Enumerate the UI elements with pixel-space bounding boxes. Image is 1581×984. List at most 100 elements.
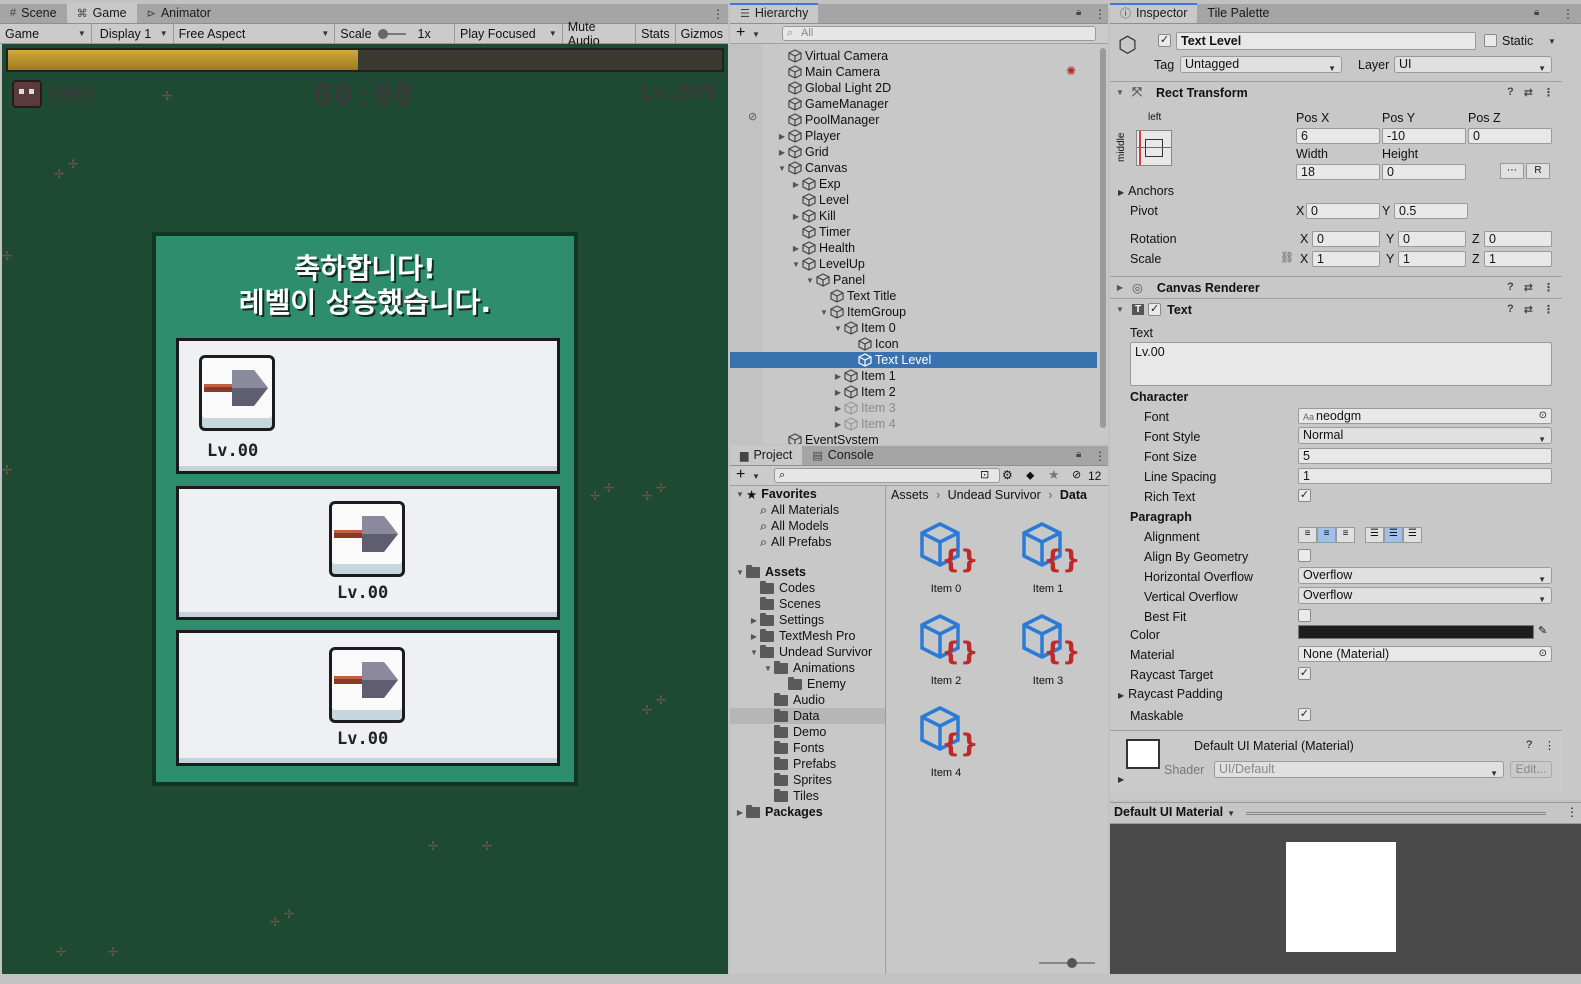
folder-item[interactable]: ▼ Undead Survivor: [730, 644, 885, 660]
lock-icon[interactable]: 🔒︎: [1534, 7, 1539, 18]
layer-dropdown[interactable]: UI ▼: [1394, 56, 1552, 73]
chevron-down-icon[interactable]: ▼: [1114, 305, 1126, 314]
hierarchy-item[interactable]: ▶ Item 1: [730, 368, 1097, 384]
tab-game[interactable]: ⌘ Game: [66, 3, 137, 23]
link-icon[interactable]: ⛓: [1280, 251, 1294, 264]
horizontal-overflow-dropdown[interactable]: Overflow ▼: [1298, 567, 1552, 584]
chevron-right-icon[interactable]: ▶: [832, 404, 844, 413]
project-folder-tree[interactable]: ▼ ★ Favorites ⌕ All Materials ⌕ All Models ⌕…: [730, 486, 886, 974]
text-enabled-checkbox[interactable]: ✓: [1148, 303, 1162, 316]
rotation-x-field[interactable]: 0: [1312, 231, 1380, 247]
lock-icon[interactable]: 🔒︎: [1076, 449, 1081, 460]
chevron-right-icon[interactable]: ▶: [790, 244, 802, 253]
folder-item[interactable]: Scenes: [730, 596, 885, 612]
mute-audio-button[interactable]: Mute Audio: [563, 20, 637, 48]
chevron-down-icon[interactable]: ▼: [790, 260, 802, 269]
canvas-renderer-header[interactable]: ▶ ◎ Canvas Renderer ? ⇄ ⋮: [1110, 276, 1562, 298]
help-icon[interactable]: ?: [1526, 739, 1532, 751]
hierarchy-item[interactable]: GameManager: [730, 96, 1097, 112]
hierarchy-item[interactable]: ▼ Item 0: [730, 320, 1097, 336]
hierarchy-item[interactable]: ▼ Panel: [730, 272, 1097, 288]
chevron-down-icon[interactable]: ▼: [818, 308, 830, 317]
slider-track[interactable]: [377, 28, 406, 39]
slider-handle[interactable]: [1067, 958, 1077, 968]
help-icon[interactable]: ?: [1507, 281, 1514, 294]
help-icon[interactable]: ?: [1507, 86, 1514, 99]
presets-icon[interactable]: ⇄: [1524, 86, 1533, 99]
chevron-right-icon[interactable]: ▶: [832, 372, 844, 381]
anchors-foldout[interactable]: ▶ Anchors: [1118, 184, 1174, 198]
folder-item[interactable]: Sprites: [730, 772, 885, 788]
tab-animator[interactable]: ⊳ Animator: [137, 3, 221, 23]
hierarchy-item[interactable]: ▶ Item 3: [730, 400, 1097, 416]
posy-field[interactable]: -10: [1382, 128, 1466, 144]
add-icon[interactable]: +: [736, 24, 745, 42]
item-0-button[interactable]: Lv.00: [176, 338, 560, 474]
hierarchy-item[interactable]: Virtual Camera: [730, 48, 1097, 64]
best-fit-checkbox[interactable]: [1298, 609, 1311, 622]
hierarchy-menu-icon[interactable]: ⋮: [1094, 7, 1106, 21]
stats-button[interactable]: Stats: [636, 24, 676, 43]
object-picker-icon[interactable]: ⊙: [1539, 409, 1547, 423]
favorite-star-icon[interactable]: ★: [1048, 467, 1060, 483]
raycast-padding-foldout[interactable]: ▶ Raycast Padding: [1118, 687, 1223, 701]
tab-project[interactable]: ▆ Project: [730, 445, 803, 465]
favorite-item[interactable]: ⌕ All Materials: [760, 502, 839, 518]
hierarchy-list[interactable]: Virtual Camera Main Camera Global Light 2D…: [730, 44, 1108, 444]
align-middle-icon[interactable]: ☰: [1384, 527, 1403, 543]
preview-drag-handle[interactable]: [1246, 812, 1546, 815]
view-dropdown[interactable]: Game ▼: [0, 24, 92, 43]
favorite-item[interactable]: ⌕ All Prefabs: [760, 534, 831, 550]
folder-item[interactable]: ▶ Settings: [730, 612, 885, 628]
project-menu-icon[interactable]: ⋮: [1094, 449, 1106, 463]
hierarchy-search-input[interactable]: ⌕ All: [782, 26, 1096, 41]
folder-item[interactable]: ▼ Assets: [730, 564, 885, 580]
inspector-menu-icon[interactable]: ⋮: [1562, 7, 1574, 21]
chevron-down-icon[interactable]: ▼: [752, 30, 760, 39]
chevron-right-icon[interactable]: ▶: [776, 148, 788, 157]
chevron-right-icon[interactable]: ▶: [790, 212, 802, 221]
scale-y-field[interactable]: 1: [1398, 251, 1466, 267]
favorites-header[interactable]: ▼ ★ Favorites: [734, 486, 817, 502]
hierarchy-item[interactable]: ▼ ItemGroup: [730, 304, 1097, 320]
project-search-input[interactable]: ⌕: [774, 468, 1000, 483]
preview-menu-icon[interactable]: ⋮: [1566, 805, 1578, 819]
hierarchy-item[interactable]: Text Title: [730, 288, 1097, 304]
rect-transform-header[interactable]: ▼ ⤧ Rect Transform ? ⇄ ⋮: [1110, 81, 1562, 103]
folder-item[interactable]: Prefabs: [730, 756, 885, 772]
chevron-down-icon[interactable]: ▼: [832, 324, 844, 333]
component-menu-icon[interactable]: ⋮: [1543, 303, 1554, 316]
align-bottom-icon[interactable]: ☰: [1403, 527, 1422, 543]
asset-item[interactable]: {} Item 4: [901, 704, 991, 779]
chevron-down-icon[interactable]: ▼: [734, 490, 746, 499]
chevron-down-icon[interactable]: ▼: [734, 568, 746, 577]
play-focused-dropdown[interactable]: Play Focused ▼: [455, 24, 563, 43]
asset-item[interactable]: {} Item 3: [1003, 612, 1093, 687]
maskable-checkbox[interactable]: ✓: [1298, 708, 1311, 721]
presets-icon[interactable]: ⇄: [1524, 303, 1533, 316]
item-2-button[interactable]: Lv.00: [176, 630, 560, 766]
width-field[interactable]: 18: [1296, 164, 1380, 180]
chevron-right-icon[interactable]: ▶: [776, 132, 788, 141]
hierarchy-item[interactable]: ▼ Canvas: [730, 160, 1097, 176]
chevron-right-icon[interactable]: ▶: [832, 388, 844, 397]
pivot-y-field[interactable]: 0.5: [1394, 203, 1468, 219]
align-top-icon[interactable]: ☰: [1365, 527, 1384, 543]
hierarchy-item[interactable]: Text Level: [730, 352, 1097, 368]
tab-inspector[interactable]: ⓘ Inspector: [1110, 3, 1198, 23]
chevron-down-icon[interactable]: ▼: [762, 664, 774, 673]
icon-size-slider[interactable]: [1039, 958, 1095, 968]
tab-tile-palette[interactable]: Tile Palette: [1197, 3, 1279, 23]
search-by-type-icon[interactable]: ⊡: [980, 468, 989, 481]
asset-item[interactable]: {} Item 0: [901, 520, 991, 595]
tab-scene[interactable]: # Scene: [0, 3, 67, 23]
asset-item[interactable]: {} Item 1: [1003, 520, 1093, 595]
chevron-down-icon[interactable]: ▼: [776, 164, 788, 173]
chevron-down-icon[interactable]: ▼: [1548, 37, 1556, 46]
chevron-right-icon[interactable]: ▶: [1118, 775, 1124, 784]
inspector-scrollbar[interactable]: [1566, 24, 1580, 800]
hierarchy-item[interactable]: ▶ Grid: [730, 144, 1097, 160]
chevron-right-icon[interactable]: ▶: [734, 808, 746, 817]
chevron-right-icon[interactable]: ▶: [1114, 283, 1126, 292]
folder-item[interactable]: Demo: [730, 724, 885, 740]
